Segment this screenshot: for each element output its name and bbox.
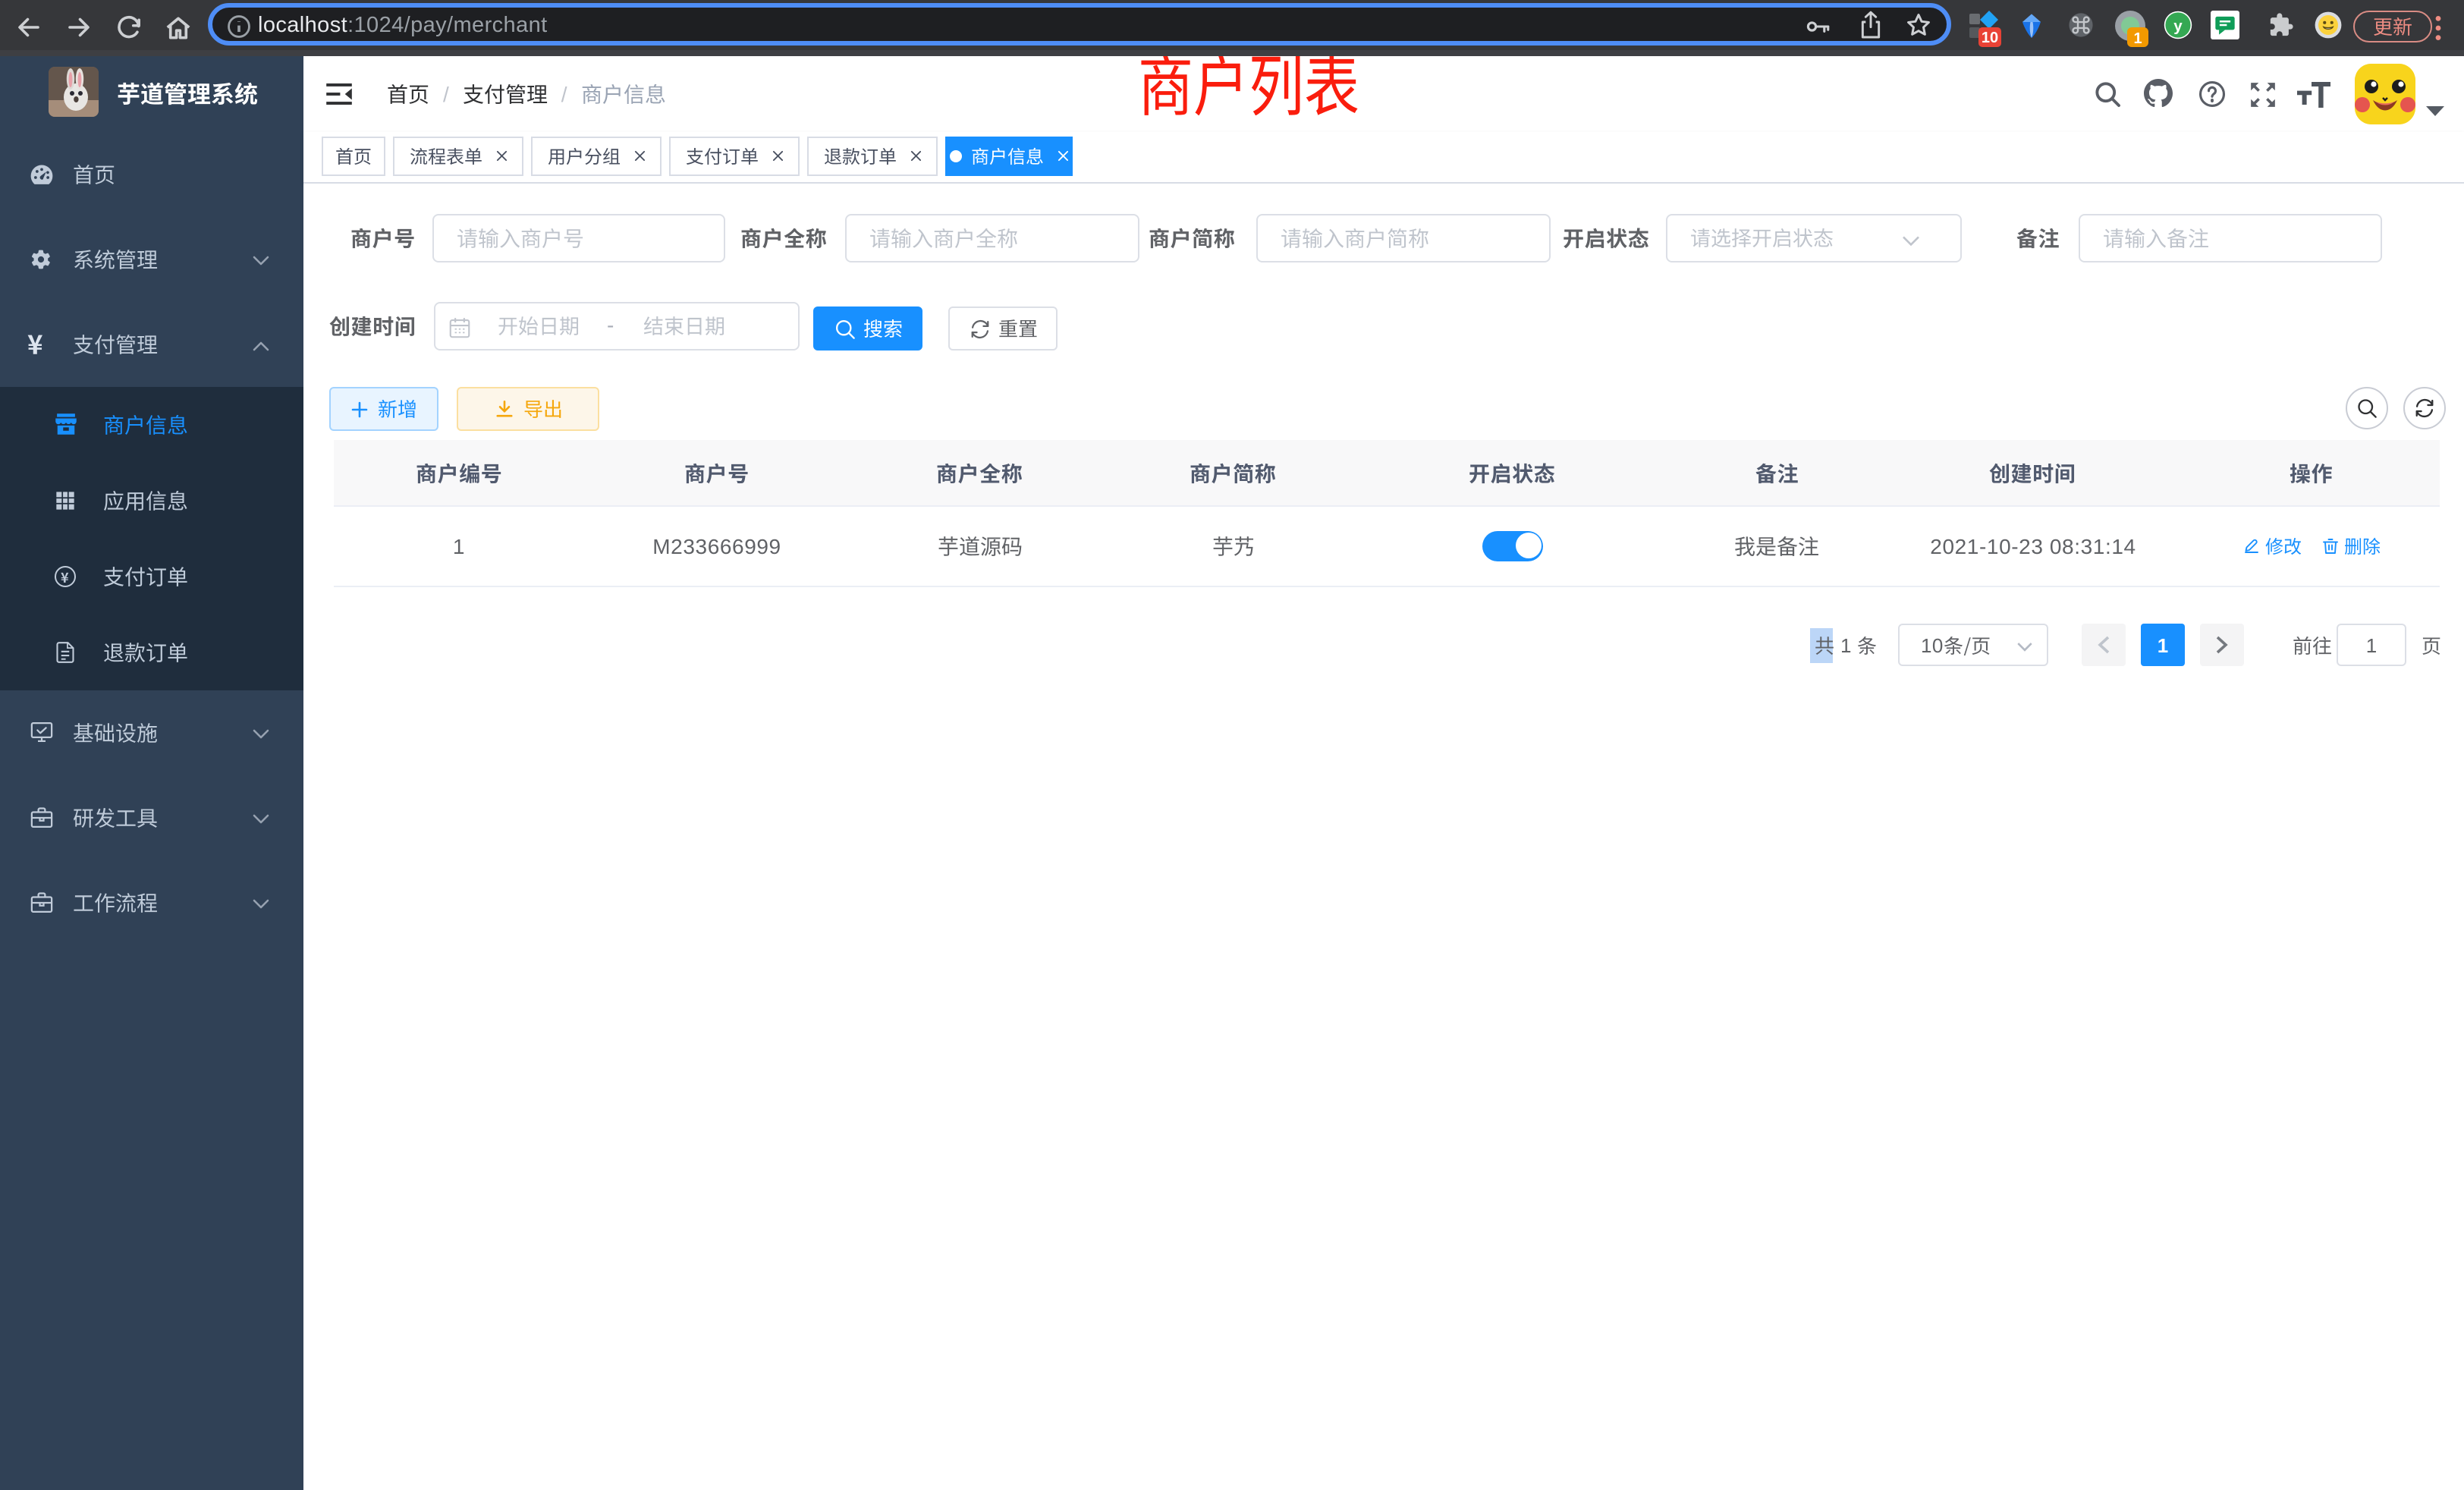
svg-text:10: 10 xyxy=(1982,30,1998,46)
svg-text:1: 1 xyxy=(2133,30,2142,47)
svg-text:y: y xyxy=(2173,17,2183,35)
